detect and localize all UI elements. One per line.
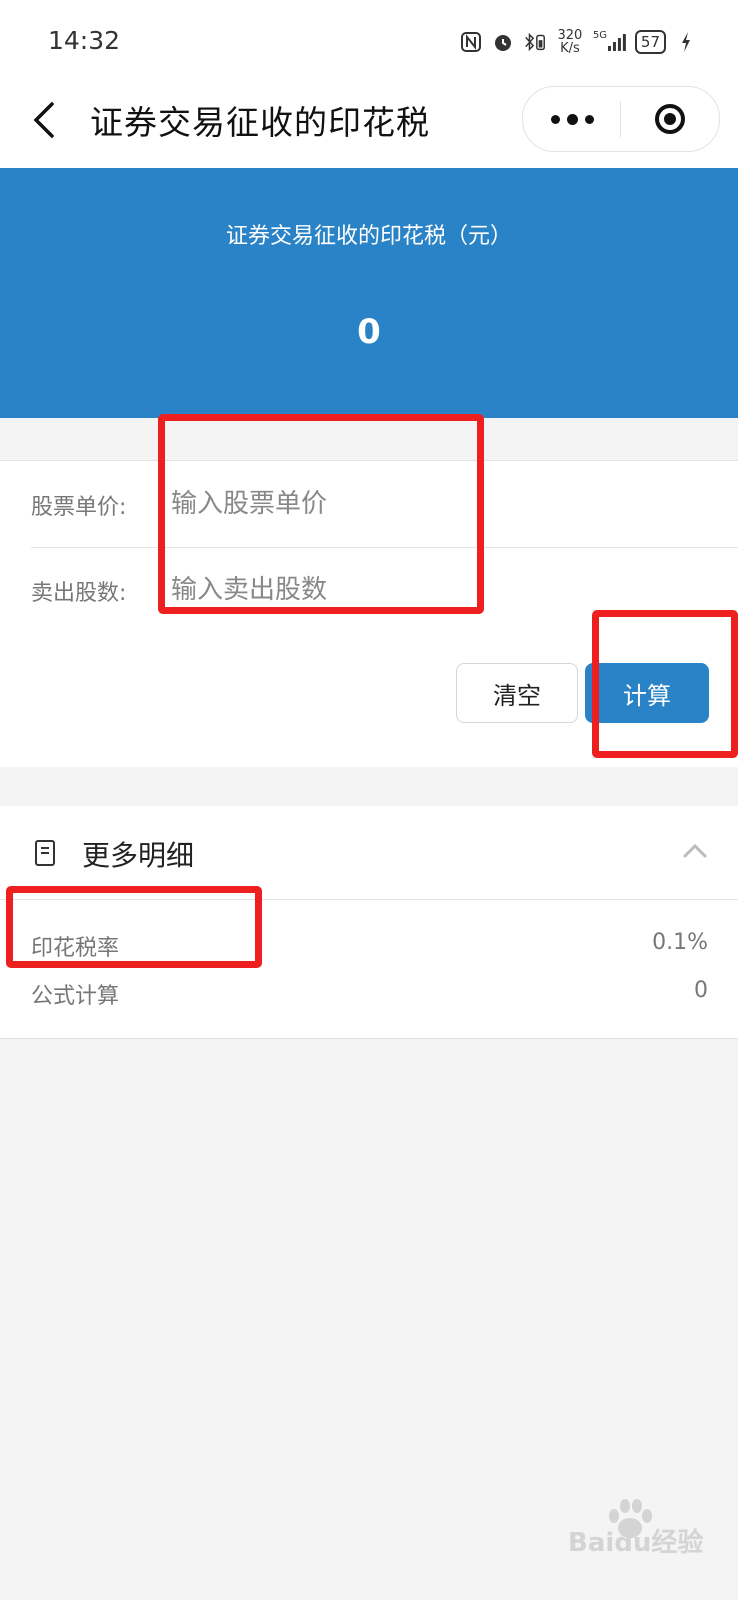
- target-circle-icon: [655, 104, 685, 134]
- watermark-text: Baidu经验: [568, 1528, 704, 1558]
- details-divider: [0, 899, 738, 900]
- signal-icon: 5G: [593, 30, 627, 54]
- shares-input[interactable]: [171, 561, 691, 619]
- chevron-left-icon: [33, 102, 54, 138]
- chevron-up-icon: [683, 843, 707, 858]
- collapse-button[interactable]: [680, 836, 710, 866]
- tax-rate-value: 0.1%: [652, 930, 708, 955]
- page-title: 证券交易征收的印花税: [90, 103, 430, 142]
- details-header[interactable]: 更多明细: [0, 806, 738, 900]
- details-title: 更多明细: [82, 839, 195, 872]
- result-banner: 证券交易征收的印花税（元） 0: [0, 168, 738, 418]
- nav-bar: 证券交易征收的印花税: [0, 82, 738, 168]
- price-label: 股票单价:: [31, 495, 127, 520]
- baidu-watermark: Baidu经验: [560, 1499, 720, 1578]
- document-icon: [35, 840, 55, 866]
- bluetooth-battery-icon: [523, 30, 547, 54]
- input-form: 股票单价: 卖出股数:: [0, 460, 738, 634]
- mini-program-capsule: [522, 86, 720, 152]
- details-section: 更多明细 印花税率 0.1% 公式计算 0: [0, 806, 738, 1039]
- clear-button[interactable]: 清空: [456, 663, 578, 723]
- signal-label: 5G: [592, 30, 608, 41]
- network-speed: 320 K/s: [555, 29, 585, 55]
- tax-rate-label: 印花税率: [31, 936, 120, 961]
- price-input[interactable]: [171, 475, 691, 533]
- shares-label: 卖出股数:: [31, 581, 127, 606]
- charging-icon: [674, 30, 698, 54]
- nfc-icon: [459, 30, 483, 54]
- result-value: 0: [357, 312, 381, 352]
- more-dots-icon: [550, 113, 594, 125]
- more-button[interactable]: [523, 87, 621, 151]
- alarm-icon: [491, 30, 515, 54]
- status-icons: 320 K/s 5G 57: [459, 26, 698, 58]
- action-buttons: 清空 计算: [0, 633, 738, 767]
- formula-label: 公式计算: [31, 984, 120, 1009]
- calculate-button[interactable]: 计算: [585, 663, 709, 723]
- status-bar: 14:32 320 K/s 5G 57: [0, 0, 738, 82]
- back-button[interactable]: [24, 98, 68, 142]
- price-row: 股票单价:: [0, 461, 738, 547]
- status-time: 14:32: [48, 26, 121, 55]
- network-speed-unit: K/s: [560, 41, 580, 56]
- formula-value: 0: [694, 978, 708, 1003]
- result-label: 证券交易征收的印花税（元）: [225, 224, 512, 249]
- close-mini-program-button[interactable]: [621, 87, 719, 151]
- battery-level: 57: [634, 30, 666, 54]
- shares-row: 卖出股数:: [0, 547, 738, 633]
